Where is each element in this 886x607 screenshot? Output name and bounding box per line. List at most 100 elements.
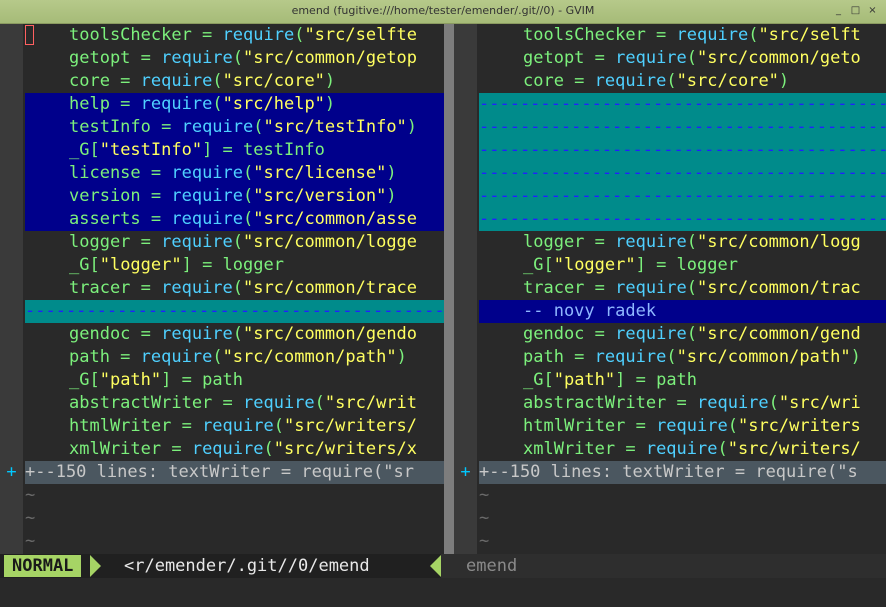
code-line[interactable]: _G["path"] = path	[454, 369, 886, 392]
code-line[interactable]: toolsChecker = require("src/selfte	[0, 24, 444, 47]
line-text: core = require("src/core")	[523, 71, 790, 91]
fold-gutter	[0, 277, 23, 300]
mode-indicator: NORMAL	[4, 555, 82, 577]
line-text: toolsChecker = require("src/selfte	[69, 25, 418, 45]
fold-gutter	[0, 70, 23, 93]
fold-gutter	[454, 346, 477, 369]
code-line[interactable]: xmlWriter = require("src/writers/	[454, 438, 886, 461]
diff-filler-line[interactable]: ----------------------------------------…	[454, 93, 886, 116]
code-line[interactable]: logger = require("src/common/logge	[0, 231, 444, 254]
split-separator-arrow	[430, 555, 441, 577]
line-text: +--150 lines: textWriter = require("sr	[25, 461, 444, 484]
code-line[interactable]: _G["testInfo"] = testInfo	[0, 139, 444, 162]
diff-filler-line[interactable]: ----------------------------------------…	[454, 139, 886, 162]
line-text: _G["testInfo"] = testInfo	[25, 139, 444, 162]
code-line[interactable]: core = require("src/core")	[0, 70, 444, 93]
fold-gutter	[454, 162, 477, 185]
line-text: logger = require("src/common/logge	[69, 232, 418, 252]
maximize-button[interactable]: □	[850, 5, 861, 16]
code-line[interactable]: help = require("src/help")	[0, 93, 444, 116]
fold-gutter	[0, 484, 23, 507]
fold-gutter	[454, 438, 477, 461]
fold-gutter	[454, 93, 477, 116]
diff-filler-line[interactable]: ----------------------------------------…	[454, 162, 886, 185]
code-line[interactable]: getopt = require("src/common/getop	[0, 47, 444, 70]
code-line[interactable]: getopt = require("src/common/geto	[454, 47, 886, 70]
fold-line[interactable]: + +--150 lines: textWriter = require("sr	[0, 461, 444, 484]
line-text: ----------------------------------------…	[479, 185, 886, 208]
line-text: -- novy radek	[479, 300, 886, 323]
fold-gutter	[454, 415, 477, 438]
diff-pane-left[interactable]: toolsChecker = require("src/selfte getopt…	[0, 24, 444, 554]
vertical-split-separator[interactable]	[444, 24, 454, 554]
status-line: NORMAL <r/emender/.git//0/emend emend	[0, 554, 886, 578]
diff-filler-line[interactable]: ----------------------------------------…	[454, 185, 886, 208]
command-line[interactable]	[0, 578, 886, 607]
diff-filler-line[interactable]: ----------------------------------------…	[0, 300, 444, 323]
code-line[interactable]: testInfo = require("src/testInfo")	[0, 116, 444, 139]
line-text: license = require("src/license")	[25, 162, 444, 185]
fold-gutter	[0, 507, 23, 530]
code-line[interactable]: htmlWriter = require("src/writers	[454, 415, 886, 438]
code-line[interactable]: gendoc = require("src/common/gendo	[0, 323, 444, 346]
empty-line-marker[interactable]: ~	[0, 530, 444, 553]
line-text: path = require("src/common/path")	[69, 347, 407, 367]
code-line[interactable]: gendoc = require("src/common/gend	[454, 323, 886, 346]
code-line[interactable]: tracer = require("src/common/trace	[0, 277, 444, 300]
empty-line-marker[interactable]: ~	[0, 484, 444, 507]
line-text: ~	[479, 508, 490, 528]
editor-area[interactable]: toolsChecker = require("src/selfte getopt…	[0, 24, 886, 554]
fold-toggle-icon[interactable]: +	[454, 461, 477, 484]
fold-gutter	[0, 24, 23, 47]
code-line[interactable]: tracer = require("src/common/trac	[454, 277, 886, 300]
empty-line-marker[interactable]: ~	[0, 507, 444, 530]
code-line[interactable]: path = require("src/common/path")	[0, 346, 444, 369]
close-button[interactable]: ×	[867, 5, 878, 16]
code-line[interactable]: _G["logger"] = logger	[0, 254, 444, 277]
line-text: ----------------------------------------…	[479, 116, 886, 139]
line-text: ----------------------------------------…	[479, 208, 886, 231]
line-text: ~	[25, 508, 36, 528]
line-text: asserts = require("src/common/asse	[25, 208, 444, 231]
diff-pane-right[interactable]: toolsChecker = require("src/selft getopt …	[454, 24, 886, 554]
code-line[interactable]: path = require("src/common/path")	[454, 346, 886, 369]
minimize-button[interactable]: _	[833, 5, 844, 16]
code-line[interactable]: logger = require("src/common/logg	[454, 231, 886, 254]
line-text: tracer = require("src/common/trace	[69, 278, 418, 298]
code-line[interactable]: abstractWriter = require("src/writ	[0, 392, 444, 415]
code-line[interactable]: htmlWriter = require("src/writers/	[0, 415, 444, 438]
code-line[interactable]: xmlWriter = require("src/writers/x	[0, 438, 444, 461]
fold-gutter	[0, 208, 23, 231]
line-text: ~	[479, 531, 490, 551]
line-text: +--150 lines: textWriter = require("s	[479, 461, 886, 484]
line-text: ~	[25, 485, 36, 505]
fold-gutter	[0, 392, 23, 415]
line-text: xmlWriter = require("src/writers/	[523, 439, 861, 459]
right-file-name: emend	[466, 556, 518, 576]
empty-line-marker[interactable]: ~	[454, 484, 886, 507]
fold-gutter	[454, 70, 477, 93]
code-line[interactable]: toolsChecker = require("src/selft	[454, 24, 886, 47]
code-line[interactable]: -- novy radek	[454, 300, 886, 323]
code-line[interactable]: version = require("src/version")	[0, 185, 444, 208]
code-line[interactable]: asserts = require("src/common/asse	[0, 208, 444, 231]
code-line[interactable]: core = require("src/core")	[454, 70, 886, 93]
fold-toggle-icon[interactable]: +	[0, 461, 23, 484]
left-file-name: <r/emender/.git//0/emend	[124, 556, 370, 576]
fold-gutter	[0, 185, 23, 208]
line-text: ----------------------------------------…	[479, 139, 886, 162]
diff-filler-line[interactable]: ----------------------------------------…	[454, 208, 886, 231]
diff-filler-line[interactable]: ----------------------------------------…	[454, 116, 886, 139]
fold-gutter	[0, 139, 23, 162]
empty-line-marker[interactable]: ~	[454, 507, 886, 530]
fold-gutter	[454, 185, 477, 208]
fold-gutter	[0, 346, 23, 369]
code-line[interactable]: _G["logger"] = logger	[454, 254, 886, 277]
fold-gutter	[454, 323, 477, 346]
empty-line-marker[interactable]: ~	[454, 530, 886, 553]
code-line[interactable]: abstractWriter = require("src/wri	[454, 392, 886, 415]
line-text: abstractWriter = require("src/writ	[69, 393, 418, 413]
code-line[interactable]: _G["path"] = path	[0, 369, 444, 392]
code-line[interactable]: license = require("src/license")	[0, 162, 444, 185]
fold-line[interactable]: + +--150 lines: textWriter = require("s	[454, 461, 886, 484]
